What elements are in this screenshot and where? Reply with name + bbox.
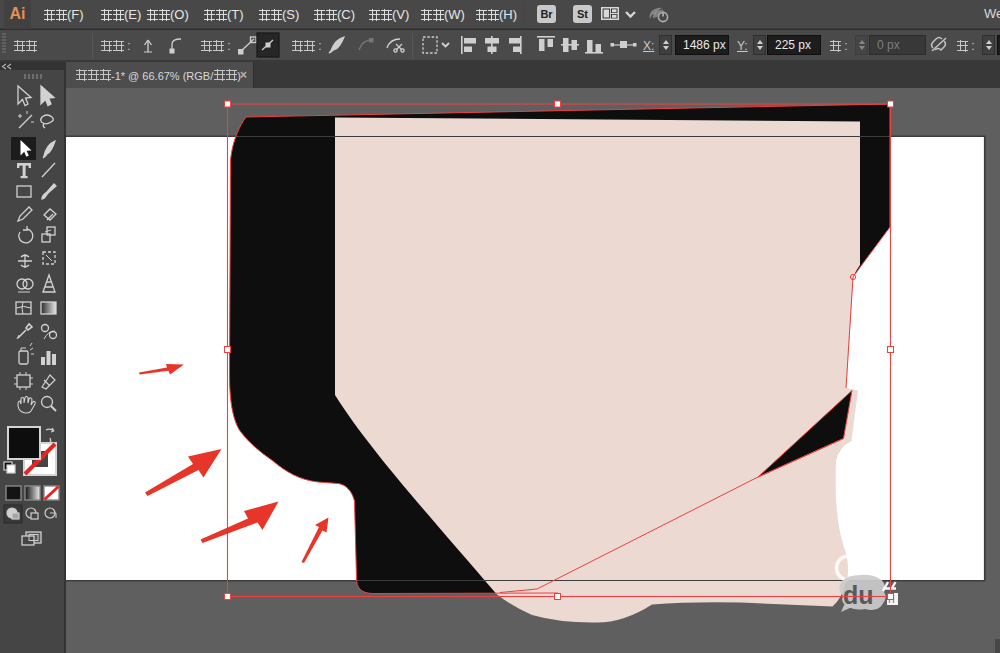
svg-text:du: du [843,581,874,609]
